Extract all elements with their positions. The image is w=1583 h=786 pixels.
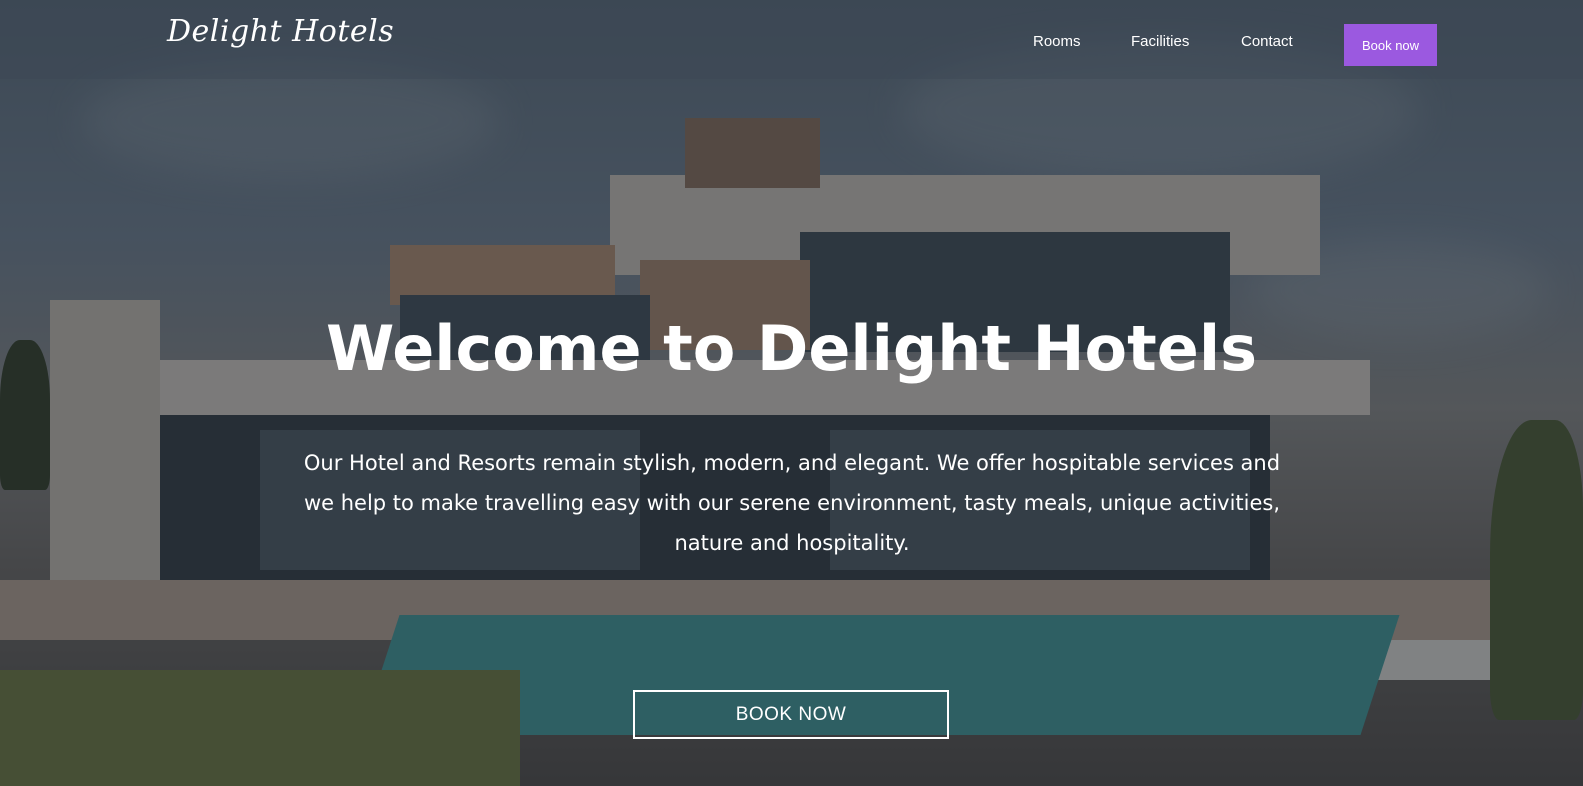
top-navbar: Delight Hotels Rooms Facilities Contact … [0,0,1583,79]
hero-background-image [0,0,1583,786]
hero-description: Our Hotel and Resorts remain stylish, mo… [303,451,1281,555]
brand-logo[interactable]: Delight Hotels [167,14,394,49]
nav-link-contact[interactable]: Contact [1241,33,1293,50]
nav-link-rooms[interactable]: Rooms [1033,33,1081,50]
nav-link-facilities[interactable]: Facilities [1131,33,1189,50]
nav-book-now-button[interactable]: Book now [1344,24,1437,66]
hero-title: Welcome to Delight Hotels [326,312,1257,385]
hero-book-now-button[interactable]: BOOK NOW [633,690,949,739]
